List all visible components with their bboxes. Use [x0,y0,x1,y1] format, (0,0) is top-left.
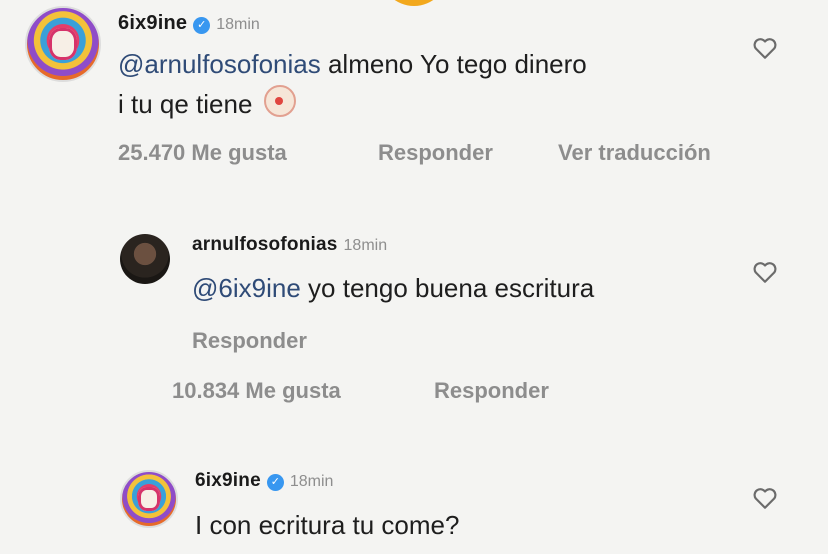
reply-text-content: I con ecritura tu come? [195,510,460,540]
reply-text: I con ecritura tu come? [195,505,735,545]
comment-header: 6ix9ine ✓ 18min [118,12,260,35]
reply-button[interactable]: Responder [192,328,307,354]
username[interactable]: 6ix9ine [118,12,187,34]
username[interactable]: arnulfosofonias [192,234,338,255]
avatar[interactable] [120,470,178,528]
mention-link[interactable]: @6ix9ine [192,273,301,303]
username[interactable]: 6ix9ine [195,470,261,491]
verified-badge-icon: ✓ [266,474,284,491]
reply-button[interactable]: Responder [434,378,549,404]
reply-button[interactable]: Responder [378,140,493,166]
timestamp: 18min [289,473,334,490]
comment-text-line2: i tu qe tiene [118,89,253,119]
clown-emoji-icon [263,85,296,117]
like-heart-icon[interactable] [752,36,778,60]
reply-header: 6ix9ine ✓ 18min [195,470,333,492]
verified-badge-icon: ✓ [193,17,211,34]
comment-text-line1: almeno Yo tego dinero [327,49,587,79]
avatar[interactable] [25,6,101,82]
see-translation-button[interactable]: Ver traducción [558,140,711,166]
avatar[interactable] [120,234,170,284]
emoji-reaction [380,0,448,6]
like-count: 10.834 Me gusta [172,378,341,403]
comment-text: @arnulfosofonias almeno Yo tego dinero i… [118,44,758,124]
like-count: 25.470 Me gusta [118,140,287,165]
like-heart-icon[interactable] [752,260,778,284]
reply-header: arnulfosofonias 18min [192,234,387,256]
reply-text: @6ix9ine yo tengo buena escritura [192,268,752,308]
like-heart-icon[interactable] [752,486,778,510]
mention-link[interactable]: @arnulfosofonias [118,49,321,79]
timestamp: 18min [216,16,260,33]
reply-text-content: yo tengo buena escritura [308,273,595,303]
timestamp: 18min [343,237,388,254]
